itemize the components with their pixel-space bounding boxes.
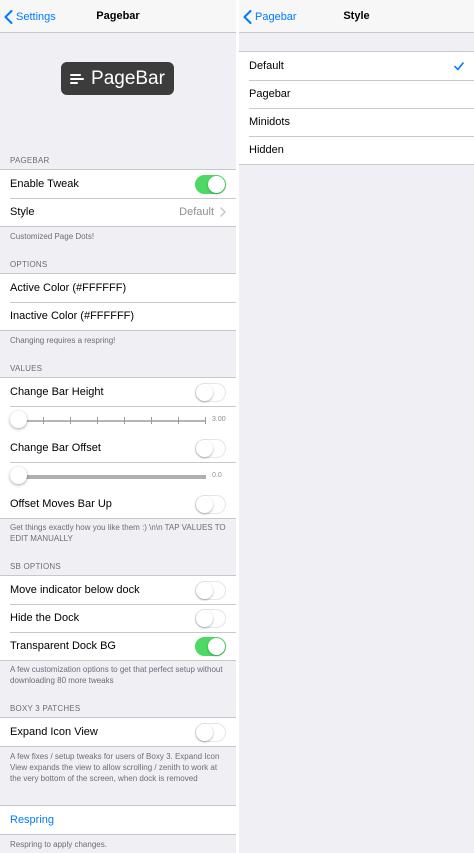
style-option-label: Pagebar (249, 88, 291, 100)
offset-moves-up-row: Offset Moves Bar Up (0, 490, 236, 518)
back-button[interactable]: Settings (4, 0, 56, 33)
inactive-color-label: Inactive Color (#FFFFFF) (10, 310, 135, 322)
transparent-dock-row: Transparent Dock BG (0, 632, 236, 660)
section-footer-sb-options: A few customization options to get that … (10, 665, 223, 685)
offset-moves-up-toggle[interactable] (195, 494, 226, 514)
pagebar-group: Enable Tweak Style Default (0, 169, 236, 227)
section-footer-boxy: A few fixes / setup tweaks for users of … (10, 752, 220, 783)
offset-slider-value[interactable]: 0.0 (212, 472, 226, 479)
style-options-group: Default Pagebar Minidots Hidden (239, 51, 474, 165)
change-bar-offset-label: Change Bar Offset (10, 442, 101, 454)
navigation-bar: Settings Pagebar (0, 0, 236, 33)
pagebar-logo: PageBar (61, 62, 174, 95)
style-option-pagebar[interactable]: Pagebar (239, 80, 474, 108)
respring-label: Respring (10, 814, 55, 826)
hide-dock-row: Hide the Dock (0, 604, 236, 632)
expand-icon-view-toggle[interactable] (195, 722, 226, 742)
section-footer-pagebar: Customized Page Dots! (10, 232, 95, 241)
section-header-pagebar: PAGEBAR (10, 156, 50, 165)
height-slider-value[interactable]: 3.00 (212, 416, 226, 423)
style-option-hidden[interactable]: Hidden (239, 136, 474, 164)
checkmark-icon (454, 61, 464, 70)
enable-tweak-label: Enable Tweak (10, 178, 79, 190)
style-value: Default (179, 206, 214, 218)
chevron-left-icon (4, 9, 13, 24)
expand-icon-view-row: Expand Icon View (0, 718, 236, 746)
boxy-group: Expand Icon View (0, 717, 236, 747)
chevron-right-icon (220, 207, 226, 217)
change-bar-offset-toggle[interactable] (195, 438, 226, 458)
style-option-label: Hidden (249, 144, 284, 156)
enable-tweak-toggle[interactable] (195, 174, 226, 194)
section-header-sb-options: SB OPTIONS (10, 562, 61, 571)
navigation-bar: Pagebar Style (239, 0, 474, 33)
height-slider-thumb[interactable] (10, 411, 27, 428)
values-group: Change Bar Height 3.00 Change Bar Offset (0, 377, 236, 519)
transparent-dock-label: Transparent Dock BG (10, 640, 116, 652)
pagebar-logo-icon (70, 72, 85, 86)
height-slider-track[interactable] (16, 417, 206, 424)
style-option-label: Minidots (249, 116, 290, 128)
section-footer-respring: Respring to apply changes. (10, 840, 107, 849)
respring-button[interactable]: Respring (0, 806, 236, 834)
enable-tweak-row: Enable Tweak (0, 170, 236, 198)
sb-options-group: Move indicator below dock Hide the Dock … (0, 575, 236, 661)
logo-text: PageBar (91, 67, 165, 89)
style-option-minidots[interactable]: Minidots (239, 108, 474, 136)
style-option-default[interactable]: Default (239, 52, 474, 80)
offset-slider-row: 0.0 (0, 462, 236, 490)
change-bar-height-label: Change Bar Height (10, 386, 104, 398)
hide-dock-label: Hide the Dock (10, 612, 80, 624)
style-row[interactable]: Style Default (0, 198, 236, 226)
offset-slider-track[interactable] (16, 475, 206, 479)
style-option-label: Default (249, 60, 284, 72)
change-bar-height-row: Change Bar Height (0, 378, 236, 406)
respring-group: Respring (0, 805, 236, 835)
hide-dock-toggle[interactable] (195, 608, 226, 628)
move-indicator-toggle[interactable] (195, 580, 226, 600)
pagebar-settings-screen: Settings Pagebar PageBar PAGEBAR Enable … (0, 0, 236, 853)
change-bar-height-toggle[interactable] (195, 382, 226, 402)
style-picker-screen: Pagebar Style Default Pagebar Minidots H… (239, 0, 474, 853)
transparent-dock-toggle[interactable] (195, 636, 226, 656)
section-header-boxy: BOXY 3 PATCHES (10, 704, 81, 713)
back-button[interactable]: Pagebar (243, 0, 297, 33)
section-header-options: OPTIONS (10, 260, 48, 269)
options-group: Active Color (#FFFFFF) Inactive Color (#… (0, 273, 236, 331)
active-color-label: Active Color (#FFFFFF) (10, 282, 127, 294)
back-label: Pagebar (255, 10, 297, 23)
change-bar-offset-row: Change Bar Offset (0, 434, 236, 462)
style-label: Style (10, 206, 35, 218)
inactive-color-row[interactable]: Inactive Color (#FFFFFF) (0, 302, 236, 330)
move-indicator-row: Move indicator below dock (0, 576, 236, 604)
section-header-values: VALUES (10, 364, 43, 373)
height-slider-row: 3.00 (0, 406, 236, 434)
active-color-row[interactable]: Active Color (#FFFFFF) (0, 274, 236, 302)
offset-slider-thumb[interactable] (10, 467, 27, 484)
section-footer-options: Changing requires a respring! (10, 336, 116, 345)
offset-moves-up-label: Offset Moves Bar Up (10, 498, 112, 510)
section-footer-values: Get things exactly how you like them :) … (10, 523, 226, 543)
expand-icon-view-label: Expand Icon View (10, 726, 98, 738)
move-indicator-label: Move indicator below dock (10, 584, 140, 596)
back-label: Settings (16, 10, 56, 23)
chevron-left-icon (243, 9, 252, 24)
